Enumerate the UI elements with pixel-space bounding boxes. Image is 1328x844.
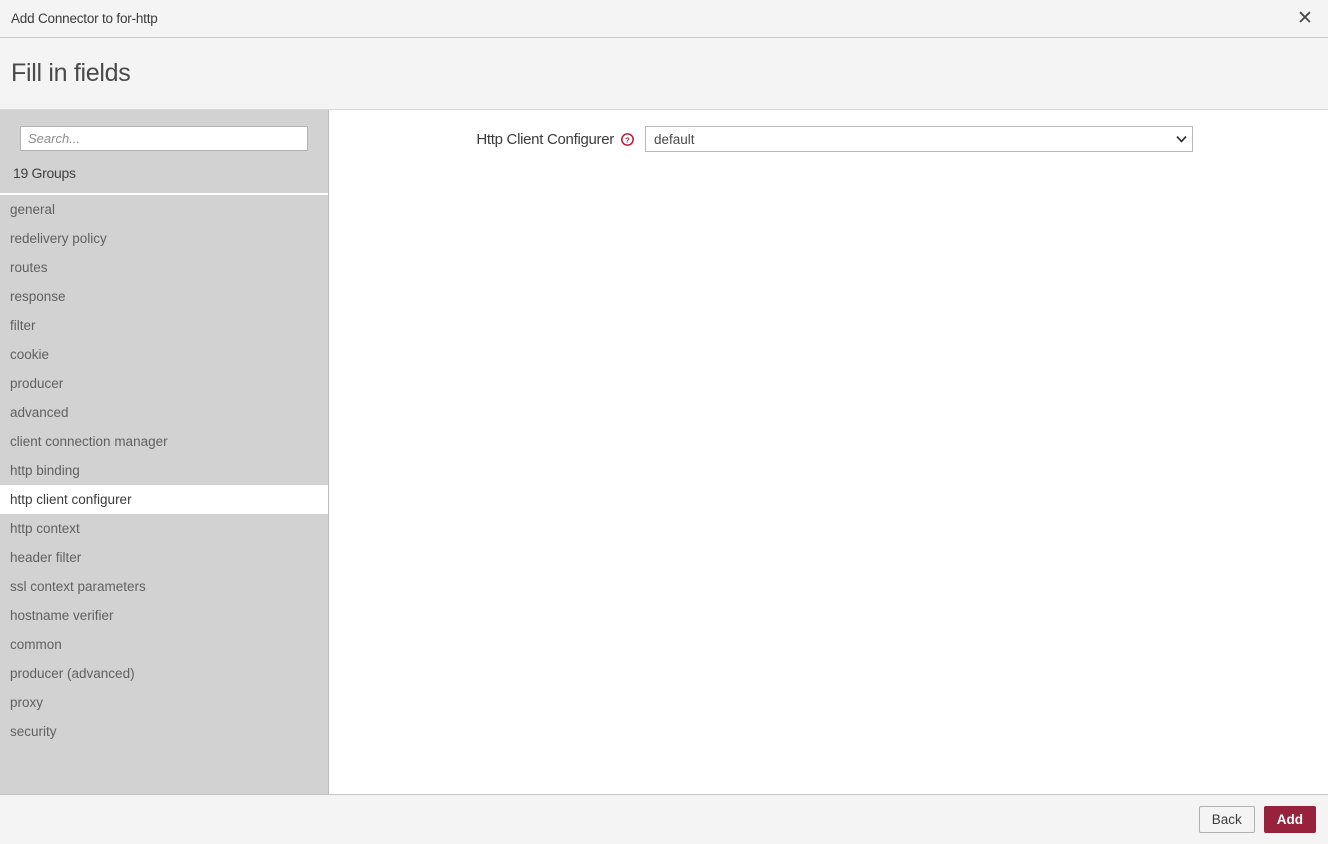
page-title: Fill in fields xyxy=(11,59,131,87)
dialog-titlebar: Add Connector to for-http ✕ xyxy=(0,0,1328,38)
field-control-http-client-configurer: default xyxy=(645,126,1193,152)
fields-panel: Http Client Configurer ? default xyxy=(329,110,1328,794)
sidebar-item-advanced[interactable]: advanced xyxy=(0,398,328,427)
sidebar-item-proxy[interactable]: proxy xyxy=(0,688,328,717)
sidebar-item-cookie[interactable]: cookie xyxy=(0,340,328,369)
help-circle-icon[interactable]: ? xyxy=(621,132,634,146)
groups-count-label: 19 Groups xyxy=(0,151,328,195)
close-button[interactable]: ✕ xyxy=(1282,0,1328,37)
sidebar-item-client-connection-manager[interactable]: client connection manager xyxy=(0,427,328,456)
page-heading-bar: Fill in fields xyxy=(0,38,1328,110)
field-row-http-client-configurer: Http Client Configurer ? default xyxy=(329,126,1328,152)
sidebar-item-producer-advanced[interactable]: producer (advanced) xyxy=(0,659,328,688)
sidebar-item-redelivery-policy[interactable]: redelivery policy xyxy=(0,224,328,253)
groups-sidebar: 19 Groups general redelivery policy rout… xyxy=(0,110,329,794)
back-button[interactable]: Back xyxy=(1198,806,1255,833)
sidebar-item-hostname-verifier[interactable]: hostname verifier xyxy=(0,601,328,630)
add-connector-dialog: Add Connector to for-http ✕ Fill in fiel… xyxy=(0,0,1328,844)
chevron-down-icon xyxy=(1170,135,1192,143)
add-button[interactable]: Add xyxy=(1263,806,1316,833)
dialog-title: Add Connector to for-http xyxy=(11,11,158,26)
sidebar-item-http-binding[interactable]: http binding xyxy=(0,456,328,485)
sidebar-item-routes[interactable]: routes xyxy=(0,253,328,282)
sidebar-item-common[interactable]: common xyxy=(0,630,328,659)
sidebar-search-area xyxy=(0,110,328,151)
sidebar-item-general[interactable]: general xyxy=(0,195,328,224)
sidebar-item-producer[interactable]: producer xyxy=(0,369,328,398)
sidebar-item-ssl-context-parameters[interactable]: ssl context parameters xyxy=(0,572,328,601)
select-selected-value: default xyxy=(654,131,695,147)
http-client-configurer-select[interactable]: default xyxy=(645,126,1193,152)
svg-text:?: ? xyxy=(625,135,630,144)
close-icon: ✕ xyxy=(1297,7,1313,29)
field-label-http-client-configurer: Http Client Configurer xyxy=(476,130,614,148)
dialog-footer: Back Add xyxy=(0,794,1328,844)
sidebar-item-http-client-configurer[interactable]: http client configurer xyxy=(0,485,328,514)
sidebar-item-response[interactable]: response xyxy=(0,282,328,311)
field-label-wrap: Http Client Configurer ? xyxy=(329,131,645,148)
dialog-body: 19 Groups general redelivery policy rout… xyxy=(0,110,1328,794)
sidebar-item-http-context[interactable]: http context xyxy=(0,514,328,543)
sidebar-item-security[interactable]: security xyxy=(0,717,328,746)
sidebar-item-header-filter[interactable]: header filter xyxy=(0,543,328,572)
groups-list: general redelivery policy routes respons… xyxy=(0,195,328,794)
search-input[interactable] xyxy=(20,126,308,151)
sidebar-item-filter[interactable]: filter xyxy=(0,311,328,340)
